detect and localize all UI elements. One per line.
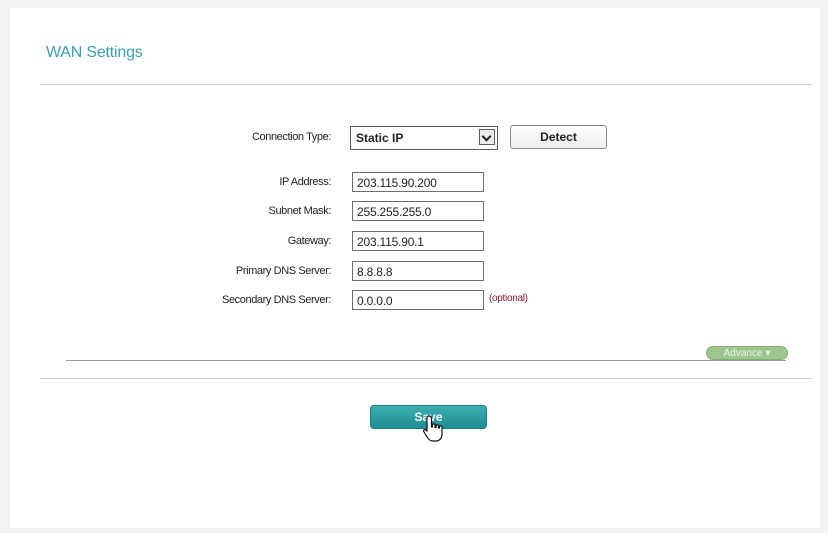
detect-button[interactable]: Detect bbox=[510, 125, 607, 149]
secondary-dns-label: Secondary DNS Server: bbox=[222, 294, 331, 306]
advance-divider bbox=[66, 360, 786, 361]
chevron-down-icon[interactable] bbox=[479, 129, 495, 145]
gateway-input[interactable]: 203.115.90.1 bbox=[352, 231, 484, 251]
connection-type-label: Connection Type: bbox=[251, 131, 331, 143]
chevron-down-icon: ▾ bbox=[765, 348, 771, 359]
subnet-mask-label: Subnet Mask: bbox=[268, 205, 332, 217]
advance-label: Advance bbox=[723, 348, 763, 359]
page-title: WAN Settings bbox=[46, 44, 143, 61]
footer-divider bbox=[40, 378, 812, 379]
hand-pointer-icon bbox=[423, 415, 443, 442]
ip-address-label: IP Address: bbox=[279, 176, 331, 188]
gateway-label: Gateway: bbox=[287, 235, 332, 247]
ip-address-input[interactable]: 203.115.90.200 bbox=[352, 172, 484, 192]
connection-type-value: Static IP bbox=[356, 131, 404, 145]
header-divider bbox=[40, 84, 812, 85]
primary-dns-input[interactable]: 8.8.8.8 bbox=[352, 261, 484, 281]
secondary-dns-input[interactable]: 0.0.0.0 bbox=[352, 290, 484, 310]
connection-type-select[interactable]: Static IP bbox=[350, 126, 498, 150]
optional-note: (optional) bbox=[489, 293, 528, 304]
subnet-mask-input[interactable]: 255.255.255.0 bbox=[352, 201, 484, 221]
primary-dns-label: Primary DNS Server: bbox=[235, 265, 331, 277]
advance-toggle[interactable]: Advance ▾ bbox=[706, 346, 788, 360]
